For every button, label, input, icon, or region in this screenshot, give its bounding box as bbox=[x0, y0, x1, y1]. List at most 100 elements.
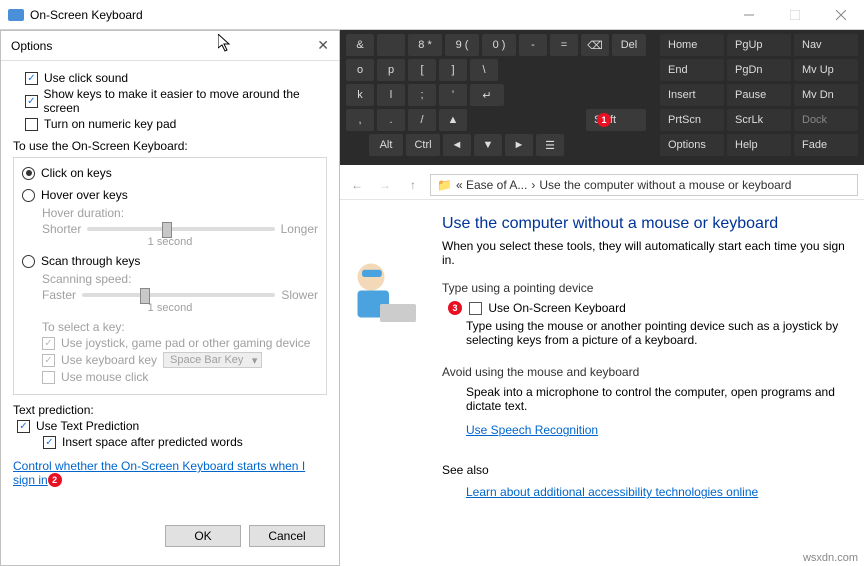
keyboard-icon bbox=[8, 9, 24, 21]
checkbox-numeric[interactable] bbox=[25, 118, 38, 131]
key-[interactable]: ▼ bbox=[474, 134, 502, 156]
key-[interactable]: ☰ bbox=[536, 134, 564, 156]
radio-hover-keys[interactable] bbox=[22, 189, 35, 202]
key-l[interactable]: l bbox=[377, 84, 405, 106]
page-heading: Use the computer without a mouse or keyb… bbox=[442, 215, 854, 233]
shorter-label: Shorter bbox=[42, 222, 81, 236]
checkbox-joystick: ✓ bbox=[42, 337, 55, 350]
label-text-pred: Use Text Prediction bbox=[36, 419, 139, 433]
key-ctrl[interactable]: Ctrl bbox=[406, 134, 440, 156]
key-[interactable]: \ bbox=[470, 59, 498, 81]
faster-label: Faster bbox=[42, 288, 76, 302]
label-mouse: Use mouse click bbox=[61, 370, 148, 384]
key-end[interactable]: End bbox=[660, 59, 724, 81]
checkbox-show-keys[interactable]: ✓ bbox=[25, 95, 38, 108]
label-scan-keys: Scan through keys bbox=[41, 254, 140, 268]
key-[interactable]: , bbox=[346, 109, 374, 131]
type-using-text: Type using the mouse or another pointing… bbox=[466, 319, 854, 347]
options-dialog: Options ✕ ✓Use click sound ✓Show keys to… bbox=[0, 30, 340, 566]
checkbox-use-osk[interactable] bbox=[469, 302, 482, 315]
scan-value: 1 second bbox=[22, 302, 318, 314]
key-blank[interactable] bbox=[377, 34, 405, 56]
on-screen-keyboard: & 8 *9 (0 )-=⌫Del HomePgUpNav op[]\ EndPgDn… bbox=[340, 30, 864, 165]
minimize-button[interactable] bbox=[726, 0, 772, 30]
key-[interactable]: ' bbox=[439, 84, 467, 106]
slower-label: Slower bbox=[281, 288, 318, 302]
key-0[interactable]: 0 ) bbox=[482, 34, 516, 56]
see-also-label: See also bbox=[442, 463, 854, 477]
label-click-keys: Click on keys bbox=[41, 166, 112, 180]
key-pause[interactable]: Pause bbox=[727, 84, 791, 106]
key-o[interactable]: o bbox=[346, 59, 374, 81]
key-k[interactable]: k bbox=[346, 84, 374, 106]
key-fade[interactable]: Fade bbox=[794, 134, 858, 156]
key-mvup[interactable]: Mv Up bbox=[794, 59, 858, 81]
key-scrlk[interactable]: ScrLk bbox=[727, 109, 791, 131]
key-options[interactable]: Options bbox=[660, 134, 724, 156]
space-bar-select: Space Bar Key bbox=[163, 352, 262, 368]
scan-slider bbox=[82, 293, 275, 297]
close-button[interactable] bbox=[818, 0, 864, 30]
hover-duration-label: Hover duration: bbox=[42, 206, 318, 220]
scan-speed-label: Scanning speed: bbox=[42, 272, 318, 286]
checkbox-insert-space[interactable]: ✓ bbox=[43, 436, 56, 449]
breadcrumb-prefix: « Ease of A... bbox=[456, 178, 527, 192]
key-8[interactable]: 8 * bbox=[408, 34, 442, 56]
key-[interactable]: ↵ bbox=[470, 84, 504, 106]
key-[interactable]: = bbox=[550, 34, 578, 56]
label-insert-space: Insert space after predicted words bbox=[62, 435, 243, 449]
radio-scan-keys[interactable] bbox=[22, 255, 35, 268]
maximize-button[interactable] bbox=[772, 0, 818, 30]
key-[interactable]: ► bbox=[505, 134, 533, 156]
key-alt[interactable]: Alt bbox=[369, 134, 403, 156]
key-[interactable]: [ bbox=[408, 59, 436, 81]
key-9[interactable]: 9 ( bbox=[445, 34, 479, 56]
key-pgup[interactable]: PgUp bbox=[727, 34, 791, 56]
key-home[interactable]: Home bbox=[660, 34, 724, 56]
key-insert[interactable]: Insert bbox=[660, 84, 724, 106]
content-panel: Use the computer without a mouse or keyb… bbox=[340, 205, 864, 566]
checkbox-kb-key: ✓ bbox=[42, 354, 55, 367]
folder-icon: 📁 bbox=[437, 178, 452, 192]
close-icon[interactable]: ✕ bbox=[317, 37, 329, 54]
key-[interactable]: & bbox=[346, 34, 374, 56]
key-[interactable]: / bbox=[408, 109, 436, 131]
checkbox-text-pred[interactable]: ✓ bbox=[17, 420, 30, 433]
forward-button[interactable]: → bbox=[374, 174, 396, 196]
section-pointing: Type using a pointing device bbox=[442, 281, 854, 295]
key-[interactable]: ] bbox=[439, 59, 467, 81]
radio-click-keys[interactable] bbox=[22, 167, 35, 180]
learn-link[interactable]: Learn about additional accessibility tec… bbox=[466, 485, 758, 499]
key-help[interactable]: Help bbox=[727, 134, 791, 156]
key-[interactable]: ▲ bbox=[439, 109, 467, 131]
cancel-button[interactable]: Cancel bbox=[249, 525, 325, 547]
key-mvdn[interactable]: Mv Dn bbox=[794, 84, 858, 106]
checkbox-click-sound[interactable]: ✓ bbox=[25, 72, 38, 85]
key-pgdn[interactable]: PgDn bbox=[727, 59, 791, 81]
ok-button[interactable]: OK bbox=[165, 525, 241, 547]
key-[interactable]: ; bbox=[408, 84, 436, 106]
key-[interactable]: . bbox=[377, 109, 405, 131]
key-[interactable]: ◄ bbox=[443, 134, 471, 156]
breadcrumb-current: Use the computer without a mouse or keyb… bbox=[539, 178, 791, 192]
key-del[interactable]: Del bbox=[612, 34, 646, 56]
to-use-label: To use the On-Screen Keyboard: bbox=[13, 139, 327, 153]
key-[interactable]: - bbox=[519, 34, 547, 56]
explorer-toolbar: ← → ↑ 📁 « Ease of A... › Use the compute… bbox=[340, 170, 864, 200]
up-button[interactable]: ↑ bbox=[402, 174, 424, 196]
key-dock[interactable]: Dock bbox=[794, 109, 858, 131]
key-shift[interactable]: Shift bbox=[586, 109, 646, 131]
breadcrumb[interactable]: 📁 « Ease of A... › Use the computer with… bbox=[430, 174, 858, 196]
key-prtscn[interactable]: PrtScn bbox=[660, 109, 724, 131]
text-prediction-label: Text prediction: bbox=[13, 403, 327, 417]
key-nav[interactable]: Nav bbox=[794, 34, 858, 56]
label-kb-key: Use keyboard key bbox=[61, 353, 157, 367]
section-avoid: Avoid using the mouse and keyboard bbox=[442, 365, 854, 379]
badge-3: 3 bbox=[448, 301, 462, 315]
badge-2: 2 bbox=[48, 473, 62, 487]
label-show-keys: Show keys to make it easier to move arou… bbox=[44, 87, 327, 115]
key-[interactable]: ⌫ bbox=[581, 34, 609, 56]
key-p[interactable]: p bbox=[377, 59, 405, 81]
speech-link[interactable]: Use Speech Recognition bbox=[466, 423, 598, 437]
back-button[interactable]: ← bbox=[346, 174, 368, 196]
